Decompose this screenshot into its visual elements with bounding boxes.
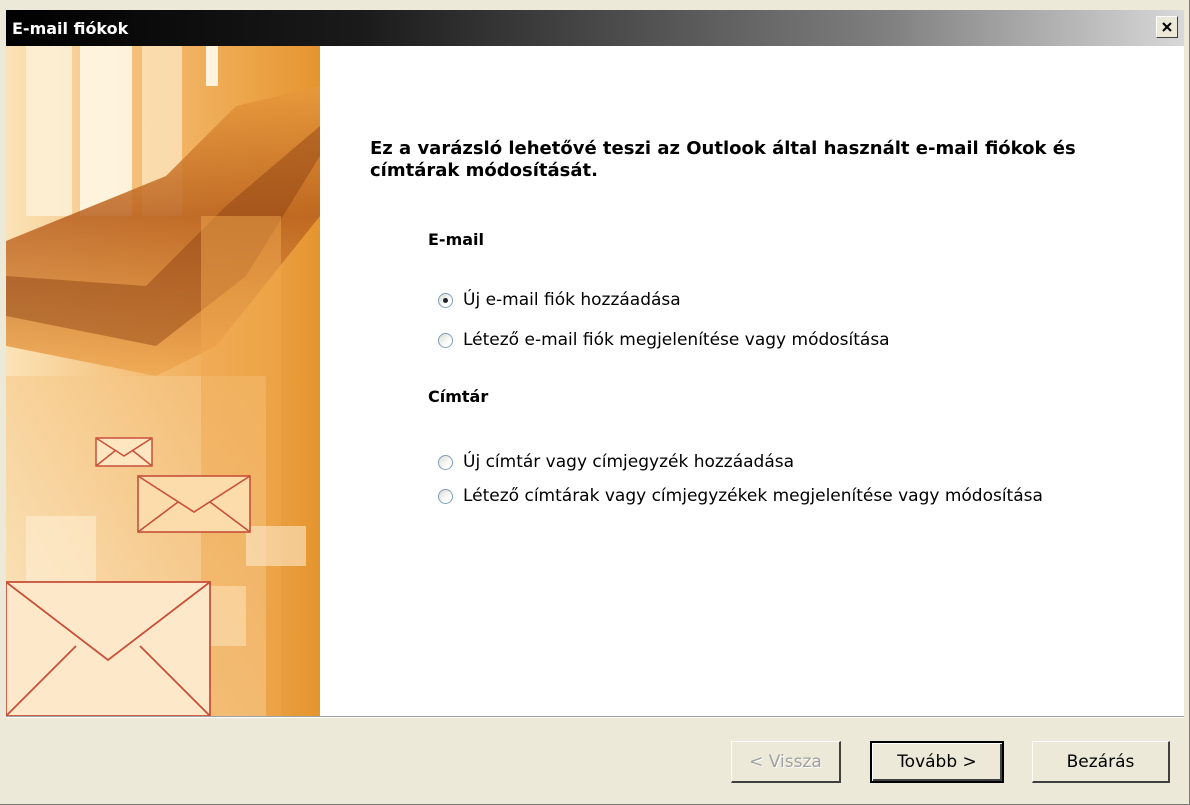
radio-add-directory[interactable]: Új címtár vagy címjegyzék hozzáadása xyxy=(438,452,794,472)
back-button[interactable]: < Vissza xyxy=(731,741,841,783)
envelope-medium-icon xyxy=(137,475,251,533)
envelope-banner xyxy=(6,46,320,716)
close-icon xyxy=(1162,22,1172,32)
radio-button[interactable] xyxy=(438,332,453,348)
radio-label: Létező e-mail fiók megjelenítése vagy mó… xyxy=(463,330,890,350)
footer-divider xyxy=(6,716,1184,718)
close-wizard-button[interactable]: Bezárás xyxy=(1032,741,1170,783)
email-accounts-dialog: E-mail fiókok Ez a varázsló lehetővé tes… xyxy=(0,0,1190,805)
radio-label: Létező címtárak vagy címjegyzékek megjel… xyxy=(463,486,1043,506)
next-button[interactable]: Tovább > xyxy=(870,741,1004,783)
radio-view-directories[interactable]: Létező címtárak vagy címjegyzékek megjel… xyxy=(438,486,1043,506)
email-section-title: E-mail xyxy=(428,230,485,249)
directory-section-title: Címtár xyxy=(428,387,489,406)
radio-button-checked[interactable] xyxy=(438,292,453,308)
window-title: E-mail fiókok xyxy=(12,19,129,38)
title-bar[interactable]: E-mail fiókok xyxy=(6,10,1184,46)
envelope-small-icon xyxy=(95,437,153,467)
radio-view-email-accounts[interactable]: Létező e-mail fiók megjelenítése vagy mó… xyxy=(438,330,890,350)
wizard-heading: Ez a varázsló lehetővé teszi az Outlook … xyxy=(370,138,1076,181)
close-button[interactable] xyxy=(1156,16,1178,38)
radio-button[interactable] xyxy=(438,488,453,504)
radio-button[interactable] xyxy=(438,454,453,470)
envelope-large-icon xyxy=(6,581,211,716)
radio-label: Új címtár vagy címjegyzék hozzáadása xyxy=(463,452,795,472)
radio-label: Új e-mail fiók hozzáadása xyxy=(463,290,681,310)
radio-add-email-account[interactable]: Új e-mail fiók hozzáadása xyxy=(438,290,681,310)
dialog-content: Ez a varázsló lehetővé teszi az Outlook … xyxy=(6,46,1184,716)
